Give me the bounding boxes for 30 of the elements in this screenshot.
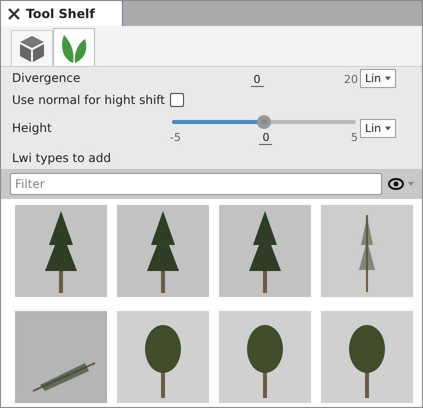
- mode-dropdown[interactable]: Lin: [360, 118, 396, 138]
- mode-dropdown[interactable]: Lin: [360, 68, 396, 88]
- shelf-tab[interactable]: [53, 28, 95, 66]
- slider-value[interactable]: 0: [250, 73, 264, 87]
- eye-icon[interactable]: [388, 177, 416, 191]
- slider-min: -5: [170, 131, 181, 145]
- tree-thumbnail[interactable]: [321, 205, 413, 297]
- tree-thumbnail[interactable]: [321, 311, 413, 403]
- panel-tab[interactable]: Tool Shelf: [1, 1, 123, 26]
- tree-thumbnail[interactable]: [117, 311, 209, 403]
- slider[interactable]: [172, 115, 356, 129]
- filter-field[interactable]: Filter: [10, 173, 382, 195]
- shelf-tab[interactable]: [11, 30, 53, 66]
- tree-thumbnail[interactable]: [15, 311, 107, 403]
- parameter-label: Use normal for hight shift: [12, 93, 166, 107]
- parameter-label: Height: [12, 121, 53, 135]
- tree-thumbnail[interactable]: [219, 205, 311, 297]
- cube-icon: [19, 34, 45, 62]
- slider-max: 20: [344, 73, 358, 87]
- caret-icon: [385, 76, 391, 80]
- tree-thumbnail[interactable]: [219, 311, 311, 403]
- section-title: Lwi types to add: [11, 150, 112, 167]
- checkbox[interactable]: [170, 93, 184, 107]
- caret-icon: [385, 126, 391, 130]
- slider-max: 5: [351, 131, 358, 145]
- window-title: Tool Shelf: [26, 6, 95, 21]
- tree-thumbnail[interactable]: [15, 205, 107, 297]
- tree-thumbnail[interactable]: [117, 205, 209, 297]
- parameter-label: Divergence: [12, 71, 82, 85]
- slider-value[interactable]: 0: [259, 131, 272, 145]
